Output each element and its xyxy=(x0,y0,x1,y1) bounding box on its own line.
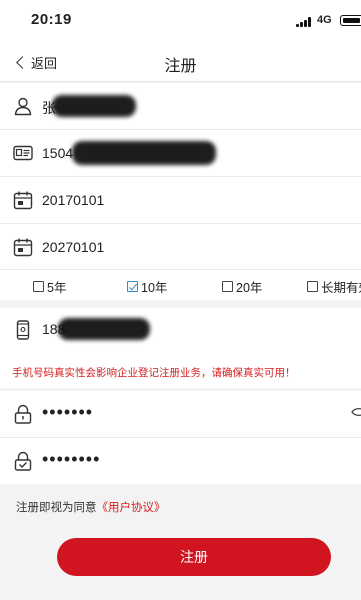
calendar-icon xyxy=(13,191,33,210)
checkbox[interactable] xyxy=(33,281,44,292)
password-value: ••••••• xyxy=(42,402,94,422)
user-icon xyxy=(14,97,32,116)
id-number-field[interactable]: 1504 xyxy=(0,130,361,177)
status-time: 20:19 xyxy=(31,11,72,28)
confirm-password-value: •••••••• xyxy=(42,449,101,469)
checkbox[interactable] xyxy=(222,281,233,292)
id-card-icon xyxy=(13,145,33,161)
option-label: 长期有效 xyxy=(321,281,361,295)
end-date-value: 20270101 xyxy=(42,239,105,255)
phone-warning: 手机号码真实性会影响企业登记注册业务，请确保真实可用！ xyxy=(12,367,296,379)
page-title: 注册 xyxy=(164,58,197,75)
shield-check-icon xyxy=(14,451,32,471)
option-label: 10年 xyxy=(141,281,168,295)
battery-icon xyxy=(340,15,361,26)
option-5-years[interactable]: 5年 xyxy=(33,277,66,296)
checkbox-checked[interactable] xyxy=(127,281,138,292)
name-field[interactable]: 张 xyxy=(0,83,361,130)
id-number-value: 1504 xyxy=(42,145,74,161)
eye-icon[interactable] xyxy=(351,407,361,417)
option-label: 20年 xyxy=(236,281,263,295)
calendar-icon xyxy=(13,238,33,257)
lock-icon xyxy=(14,404,32,424)
start-date-field[interactable]: 20170101 xyxy=(0,177,361,224)
phone-icon xyxy=(16,320,30,340)
validity-options: 5年 10年 20年 长期有效 xyxy=(0,269,361,300)
option-20-years[interactable]: 20年 xyxy=(222,277,262,296)
redaction xyxy=(72,141,216,165)
identity-card: 张 1504 20170101 20270101 xyxy=(0,83,361,269)
agreement-text: 注册即视为同意《用户协议》 xyxy=(16,499,166,515)
option-permanent[interactable]: 长期有效 xyxy=(307,277,361,296)
phone-field[interactable]: 188 xyxy=(0,308,361,353)
network-type: 4G xyxy=(317,14,332,26)
option-label: 5年 xyxy=(47,281,67,295)
register-button[interactable]: 注册 xyxy=(57,538,331,576)
user-agreement-link[interactable]: 《用户协议》 xyxy=(97,502,166,514)
agreement-prefix: 注册即视为同意 xyxy=(16,502,97,514)
password-field[interactable]: ••••••• xyxy=(0,391,361,438)
redaction xyxy=(58,318,150,340)
nav-bar: 返回 注册 xyxy=(0,42,361,82)
password-card: ••••••• •••••••• xyxy=(0,391,361,484)
option-10-years[interactable]: 10年 xyxy=(127,277,167,296)
signal-icon xyxy=(296,17,314,27)
confirm-password-field[interactable]: •••••••• xyxy=(0,438,361,485)
start-date-value: 20170101 xyxy=(42,192,105,208)
redaction xyxy=(52,95,136,117)
status-bar: 20:19 4G xyxy=(0,0,361,42)
end-date-field[interactable]: 20270101 xyxy=(0,224,361,271)
checkbox[interactable] xyxy=(307,281,318,292)
